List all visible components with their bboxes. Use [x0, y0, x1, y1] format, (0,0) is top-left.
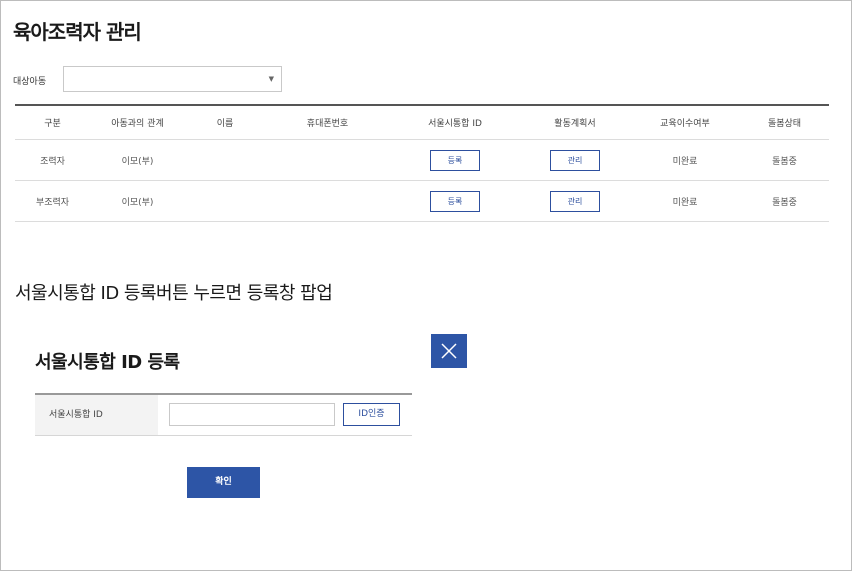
row-id-cell: 등록 [390, 190, 520, 212]
header-name: 이름 [216, 119, 234, 129]
confirm-button[interactable]: 확인 [187, 467, 260, 498]
header-relation: 아동과의 관계 [111, 119, 164, 129]
section-caption: 서울시통합 ID 등록버튼 누르면 등록창 팝업 [15, 283, 333, 304]
table-row: 부조력자 이모(부) 등록 관리 미완료 돌봄중 [15, 181, 829, 222]
seoul-id-label: 서울시통합 ID [35, 395, 158, 435]
row-education: 미완료 [672, 156, 698, 167]
filter-label: 대상아동 [13, 77, 47, 87]
close-icon [441, 343, 457, 359]
row-id-cell: 등록 [390, 149, 520, 171]
header-seoul-id: 서울시통합 ID [428, 119, 482, 129]
register-id-button[interactable]: 등록 [430, 190, 480, 212]
close-button[interactable] [431, 334, 467, 368]
row-type: 부조력자 [35, 197, 70, 208]
helper-table: 구분 아동과의 관계 이름 휴대폰번호 서울시통합 ID 활동계획서 교육이수여… [15, 104, 829, 222]
popup-title: 서울시통합 ID 등록 [35, 352, 180, 373]
row-type: 조력자 [40, 156, 65, 167]
row-relation: 이모(부) [121, 197, 154, 208]
dropdown-arrow-icon: ▼ [268, 75, 274, 83]
child-select[interactable]: ▼ [63, 66, 282, 92]
page-title: 육아조력자 관리 [13, 20, 142, 44]
row-education: 미완료 [672, 197, 698, 208]
register-id-button[interactable]: 등록 [430, 149, 480, 171]
row-plan-cell: 관리 [520, 149, 630, 171]
header-plan: 활동계획서 [554, 119, 596, 129]
header-education: 교육이수여부 [660, 119, 710, 129]
header-type: 구분 [44, 119, 61, 129]
row-relation: 이모(부) [121, 156, 154, 167]
id-verify-button[interactable]: ID인증 [343, 403, 400, 426]
id-form: 서울시통합 ID ID인증 [35, 393, 412, 436]
row-status: 돌봄중 [772, 156, 797, 167]
table-header-row: 구분 아동과의 관계 이름 휴대폰번호 서울시통합 ID 활동계획서 교육이수여… [15, 106, 829, 140]
manage-plan-button[interactable]: 관리 [550, 149, 600, 171]
table-row: 조력자 이모(부) 등록 관리 미완료 돌봄중 [15, 140, 829, 181]
manage-plan-button[interactable]: 관리 [550, 190, 600, 212]
row-status: 돌봄중 [772, 197, 797, 208]
header-phone: 휴대폰번호 [306, 119, 349, 129]
header-status: 돌봄상태 [767, 119, 802, 129]
row-plan-cell: 관리 [520, 190, 630, 212]
seoul-id-input[interactable] [169, 403, 335, 426]
